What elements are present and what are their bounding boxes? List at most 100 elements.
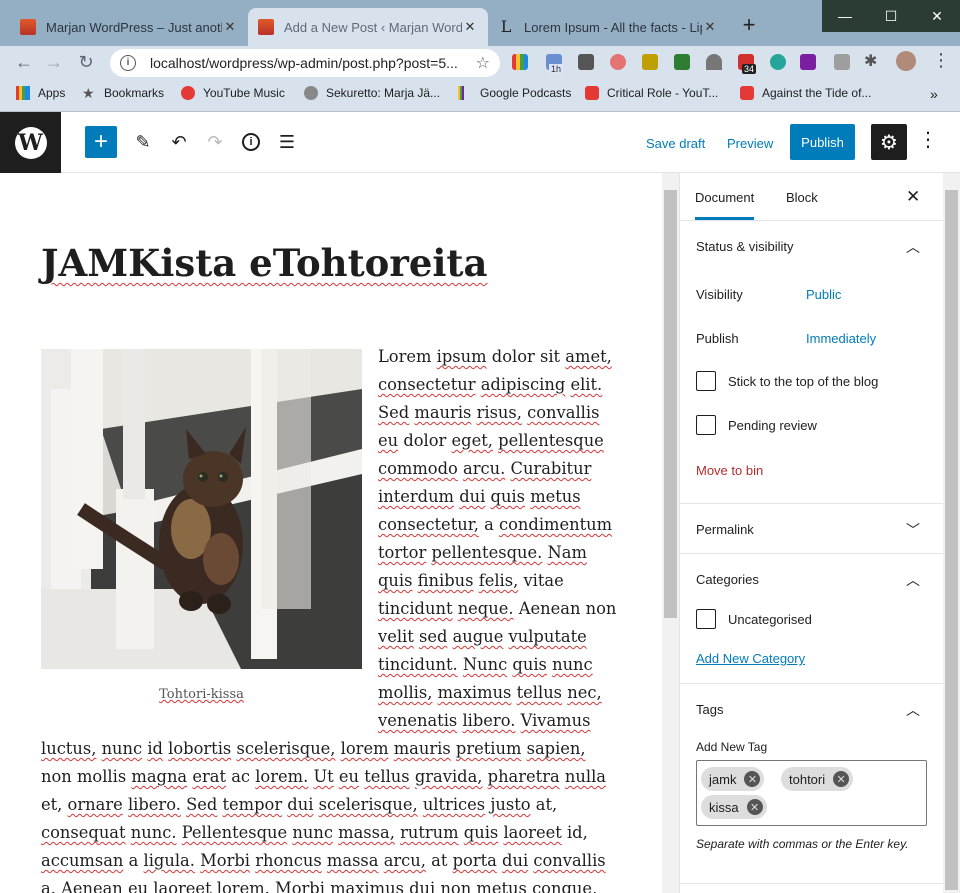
tags-input[interactable]: jamk ✕ tohtori ✕ kissa ✕ (696, 760, 927, 826)
info-icon[interactable]: i (237, 128, 265, 156)
chevron-up-icon[interactable]: ︿ (906, 700, 920, 720)
maximize-icon[interactable]: ☐ (868, 0, 914, 32)
body-word: tellus (516, 683, 563, 702)
body-word: nunc. (130, 823, 177, 842)
browser-menu-icon[interactable]: ⋮ (932, 50, 950, 71)
sidebar-scrollbar-thumb[interactable] (945, 190, 958, 890)
add-new-category-link[interactable]: Add New Category (696, 651, 805, 666)
extensions-puzzle-icon[interactable]: ✱ (864, 51, 877, 71)
chevron-up-icon[interactable]: ︿ (906, 237, 920, 257)
body-word: dui (459, 487, 486, 506)
image-caption[interactable]: Tohtori-kissa (41, 687, 362, 702)
add-block-button[interactable]: + (85, 126, 117, 158)
preview-button[interactable]: Preview (727, 136, 773, 151)
reload-icon[interactable]: ↻ (74, 50, 98, 74)
tag-token: jamk ✕ (701, 767, 765, 791)
forward-icon[interactable]: → (42, 50, 66, 74)
block-navigation-icon[interactable]: ☰ (273, 128, 301, 156)
close-tab-icon[interactable]: ✕ (702, 19, 718, 35)
bookmark-against-the-tide[interactable]: Against the Tide of... (740, 86, 871, 100)
bookmarks-overflow[interactable]: » (930, 86, 938, 102)
settings-gear-icon[interactable]: ⚙ (871, 124, 907, 160)
body-word: Pellentesque (181, 823, 288, 842)
redo-icon[interactable]: ↷ (201, 128, 229, 156)
extension-check-icon[interactable] (674, 54, 690, 70)
body-word: Lorem (378, 347, 432, 366)
body-word: interdum (378, 487, 455, 506)
tab-block[interactable]: Block (786, 190, 818, 205)
browser-tab-2-active[interactable]: Add a New Post ‹ Marjan Wordp ✕ (248, 8, 488, 46)
bookmark-apps[interactable]: Apps (16, 86, 65, 100)
remove-tag-icon[interactable]: ✕ (744, 771, 761, 787)
move-to-bin-button[interactable]: Move to bin (696, 463, 763, 478)
bookmark-sekuretto[interactable]: Sekuretto: Marja Jä... (304, 86, 440, 100)
extension-keep-icon[interactable] (578, 54, 594, 70)
extension-drive-icon[interactable] (706, 54, 722, 70)
bookmark-critical-role[interactable]: Critical Role - YouT... (585, 86, 718, 100)
chevron-down-icon[interactable]: ﹀ (906, 520, 920, 540)
wordpress-logo[interactable]: W (0, 112, 61, 173)
sticky-checkbox[interactable] (696, 371, 716, 391)
status-visibility-panel-title[interactable]: Status & visibility (696, 239, 794, 254)
address-url[interactable]: localhost/wordpress/wp-admin/post.php?po… (150, 55, 476, 71)
categories-panel-title[interactable]: Categories (696, 572, 759, 587)
tab-document[interactable]: Document (695, 190, 755, 220)
bookmark-youtube-music[interactable]: YouTube Music (181, 86, 285, 100)
save-draft-button[interactable]: Save draft (646, 136, 705, 151)
permalink-panel-title[interactable]: Permalink (696, 522, 754, 537)
extension-image-icon[interactable] (642, 54, 658, 70)
close-tab-icon[interactable]: ✕ (462, 19, 478, 35)
publish-date-button[interactable]: Immediately (806, 331, 876, 346)
extension-m-icon[interactable] (770, 54, 786, 70)
visibility-value-button[interactable]: Public (806, 287, 841, 302)
browser-tab-3[interactable]: L Lorem Ipsum - All the facts - Lips ✕ (488, 8, 728, 46)
body-word: erat (192, 767, 226, 786)
pending-review-checkbox[interactable] (696, 415, 716, 435)
back-icon[interactable]: ← (12, 50, 36, 74)
minimize-icon[interactable]: — (822, 0, 868, 32)
pending-review-label[interactable]: Pending review (728, 418, 817, 433)
bookmark-google-podcasts[interactable]: Google Podcasts (458, 86, 571, 100)
close-window-icon[interactable]: ✕ (914, 0, 960, 32)
cat-image[interactable] (41, 349, 362, 669)
body-word: pharetra (487, 767, 560, 786)
editor-scrollbar-thumb[interactable] (664, 190, 677, 618)
body-word: tellus (364, 767, 410, 786)
body-word: ultrices (422, 795, 486, 814)
tags-panel-title[interactable]: Tags (696, 702, 723, 717)
category-checkbox[interactable] (696, 609, 716, 629)
site-info-icon[interactable]: i (120, 55, 136, 71)
body-word: convallis (533, 851, 606, 870)
post-title[interactable]: JAMKista eTohtoreita (41, 241, 488, 285)
address-bar[interactable]: i localhost/wordpress/wp-admin/post.php?… (110, 49, 500, 77)
new-tab-button[interactable]: + (738, 12, 760, 38)
body-word: maximus (330, 879, 404, 893)
close-sidebar-icon[interactable]: ✕ (906, 187, 920, 207)
publish-label: Publish (696, 331, 739, 346)
body-word: mauris (393, 739, 451, 758)
extension-target-icon[interactable] (610, 54, 626, 70)
profile-avatar[interactable] (896, 51, 916, 71)
category-label[interactable]: Uncategorised (728, 612, 812, 627)
body-word: scelerisque, (236, 739, 336, 758)
bookmark-bookmarks[interactable]: ★ Bookmarks (82, 86, 164, 100)
body-word: nulla (564, 767, 606, 786)
body-word: eu (338, 767, 360, 786)
tools-pencil-icon[interactable]: ✎ (129, 128, 157, 156)
remove-tag-icon[interactable]: ✕ (833, 771, 850, 787)
extension-icon[interactable] (512, 54, 528, 70)
extension-onenote-icon[interactable] (800, 54, 816, 70)
extension-shield-icon[interactable] (834, 54, 850, 70)
remove-tag-icon[interactable]: ✕ (746, 799, 763, 815)
undo-icon[interactable]: ↶ (165, 128, 193, 156)
chevron-up-icon[interactable]: ︿ (906, 570, 920, 590)
more-options-icon[interactable]: ⋮ (918, 130, 938, 150)
body-word: pellentesque. (431, 543, 543, 562)
publish-button[interactable]: Publish (790, 124, 855, 160)
close-tab-icon[interactable]: ✕ (222, 19, 238, 35)
bookmark-star-icon[interactable]: ☆ (476, 53, 490, 73)
body-word: quis (490, 487, 525, 506)
browser-tab-1[interactable]: Marjan WordPress – Just another ✕ (10, 8, 248, 46)
body-word: at (431, 851, 448, 870)
sticky-label[interactable]: Stick to the top of the blog (728, 374, 878, 389)
